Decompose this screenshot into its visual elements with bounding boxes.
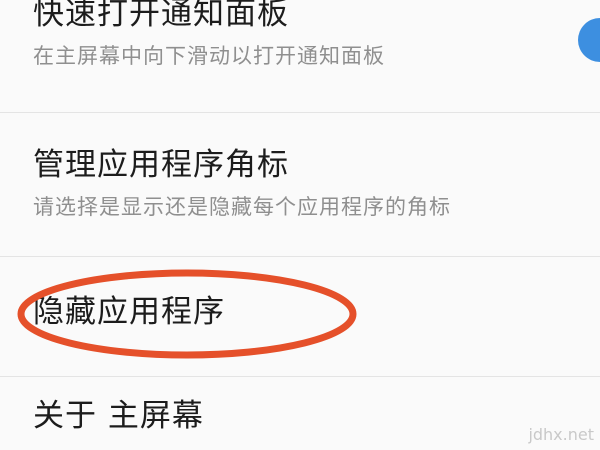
divider <box>0 376 600 377</box>
divider <box>0 112 600 113</box>
setting-title: 快速打开通知面板 <box>33 0 289 32</box>
setting-title: 关于 主屏幕 <box>33 398 204 434</box>
setting-hide-apps[interactable]: 隐藏应用程序 <box>0 292 600 332</box>
divider <box>0 256 600 257</box>
setting-manage-app-badges[interactable]: 管理应用程序角标 请选择是显示还是隐藏每个应用程序的角标 <box>0 145 600 221</box>
home-screen-settings: 快速打开通知面板 在主屏幕中向下滑动以打开通知面板 管理应用程序角标 请选择是显… <box>0 0 600 450</box>
setting-quick-open-notification-panel[interactable]: 快速打开通知面板 在主屏幕中向下滑动以打开通知面板 <box>0 0 600 70</box>
setting-title: 隐藏应用程序 <box>33 294 225 330</box>
watermark: jdhx.net <box>528 425 594 444</box>
setting-subtitle: 在主屏幕中向下滑动以打开通知面板 <box>33 44 385 68</box>
setting-subtitle: 请选择是显示还是隐藏每个应用程序的角标 <box>33 195 451 219</box>
setting-about-home-screen[interactable]: 关于 主屏幕 <box>0 396 600 436</box>
setting-title: 管理应用程序角标 <box>33 147 289 183</box>
